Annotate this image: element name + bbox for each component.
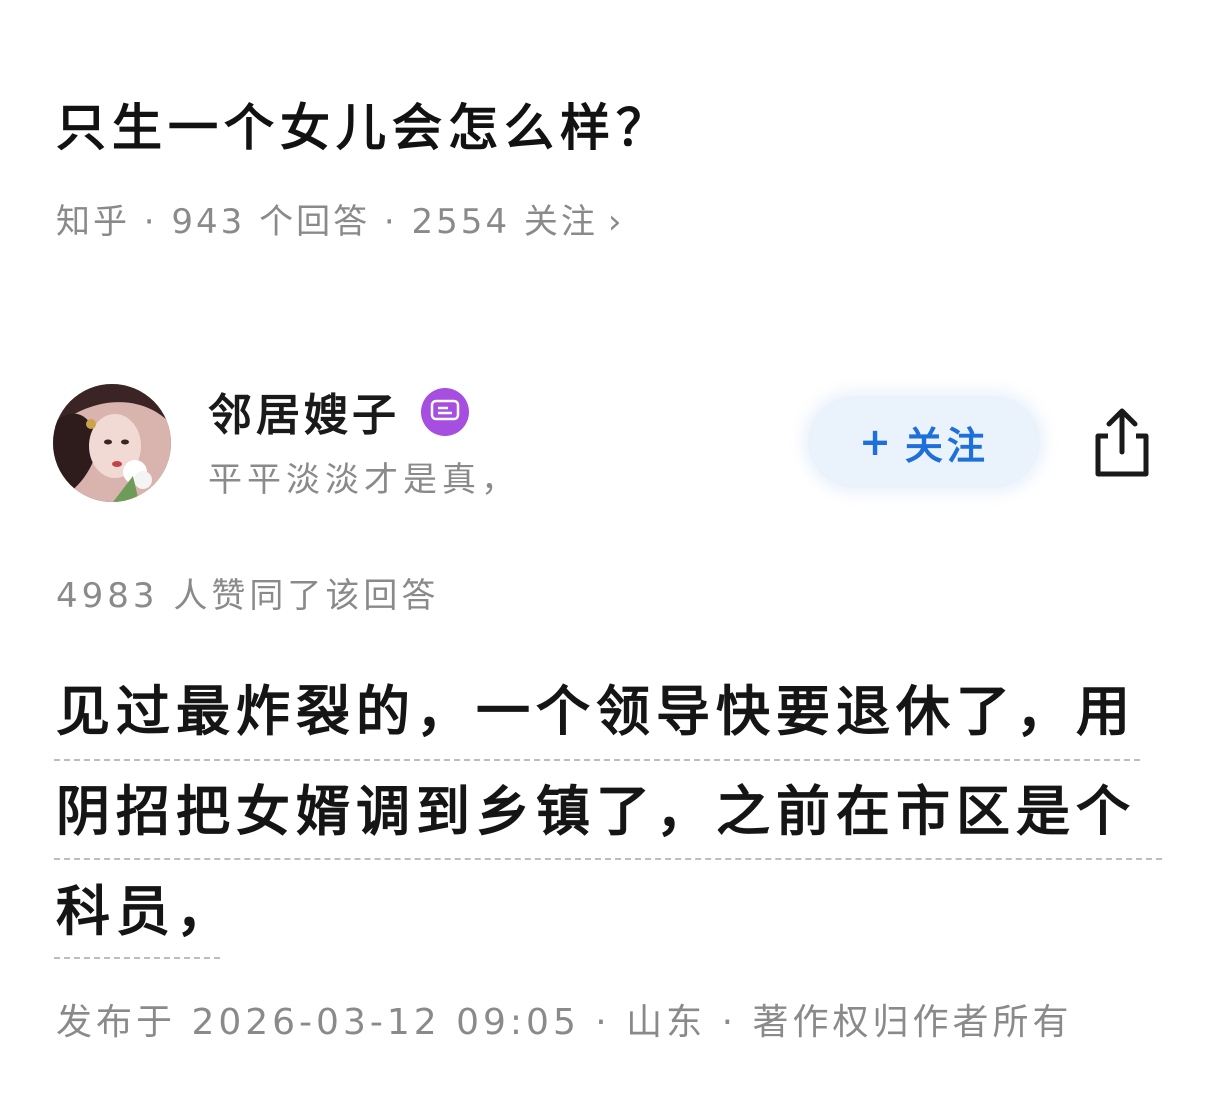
text-divider [54, 957, 220, 959]
plus-icon: + [859, 420, 895, 464]
question-title[interactable]: 只生一个女儿会怎么样？ [56, 88, 672, 168]
answer-text-line: 科员， [56, 880, 236, 943]
vote-count: 4983 人赞同了该回答 [56, 576, 440, 616]
author-name[interactable]: 邻居嫂子 [208, 386, 400, 446]
publish-info: 发布于 2026-03-12 09:05 · 山东 · 著作权归作者所有 [56, 1002, 1073, 1043]
follow-label: 关注 [904, 423, 989, 468]
author-row: 邻居嫂子 平平淡淡才是真， + 关注 [0, 380, 1220, 510]
message-badge-icon [421, 388, 469, 436]
text-divider [54, 759, 1140, 761]
answer-text-line: 见过最炸裂的，一个领导快要退休了，用 [56, 680, 1136, 743]
avatar[interactable] [53, 384, 171, 502]
chevron-right-icon: › [607, 202, 625, 242]
follow-button[interactable]: + 关注 [808, 396, 1040, 488]
author-bio: 平平淡淡才是真， [208, 460, 520, 500]
answer-text-line: 阴招把女婿调到乡镇了，之前在市区是个 [56, 780, 1136, 843]
share-icon[interactable] [1088, 404, 1156, 480]
question-stats: 知乎 · 943 个回答 · 2554 关注 [56, 202, 598, 242]
question-meta[interactable]: 知乎 · 943 个回答 · 2554 关注 › [56, 198, 625, 246]
text-divider [54, 858, 1162, 860]
